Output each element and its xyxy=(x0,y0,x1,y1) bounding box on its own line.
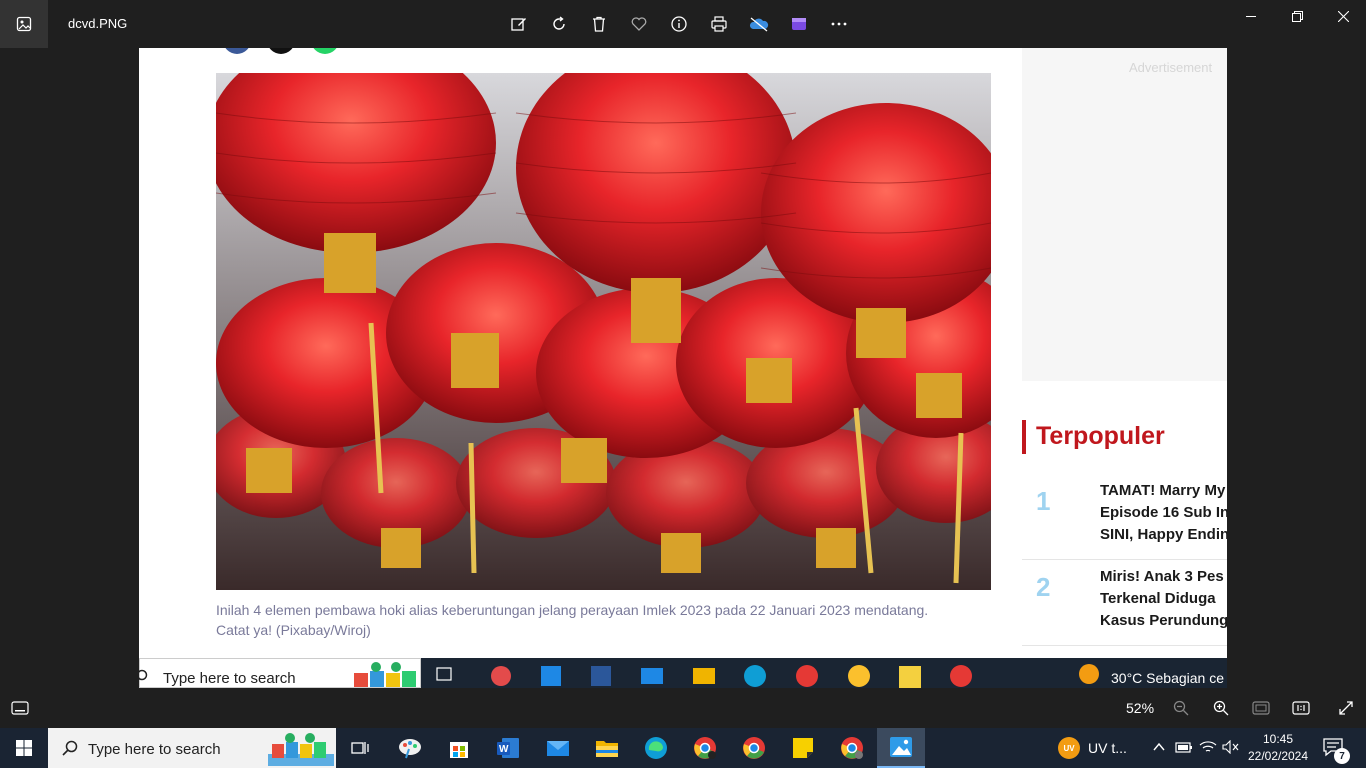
windows-logo-icon xyxy=(16,740,32,756)
chrome-browser-icon[interactable] xyxy=(730,728,778,768)
popular-headline-line[interactable]: Terkenal Diduga xyxy=(1100,588,1216,610)
captured-taskbar-apps: 30°C Sebagian ce xyxy=(421,658,1227,688)
delete-icon[interactable] xyxy=(585,10,613,38)
article-photo-red-lanterns xyxy=(216,73,991,590)
chevron-up-icon[interactable] xyxy=(1152,740,1166,757)
clipchamp-icon[interactable] xyxy=(785,10,813,38)
svg-text:W: W xyxy=(499,744,509,755)
image-viewer[interactable]: Inilah 4 elemen pembawa hoki alias keber… xyxy=(139,48,1227,688)
fit-to-window-icon[interactable] xyxy=(1251,698,1271,718)
print-icon[interactable] xyxy=(705,10,733,38)
favorite-icon[interactable] xyxy=(625,10,653,38)
popular-item[interactable]: 1 TAMAT! Marry My Episode 16 Sub In SINI… xyxy=(1022,474,1227,560)
advertisement-label: Advertisement xyxy=(1129,60,1213,75)
whatsapp-share-icon xyxy=(311,48,339,54)
search-highlight-icon xyxy=(354,662,416,687)
window-controls xyxy=(1228,0,1366,32)
close-icon[interactable] xyxy=(1320,0,1366,32)
clock-time: 10:45 xyxy=(1262,732,1294,746)
section-accent-bar xyxy=(1022,420,1026,454)
zoom-out-icon[interactable] xyxy=(1171,698,1191,718)
start-button[interactable] xyxy=(0,728,48,768)
minimize-icon[interactable] xyxy=(1228,0,1274,32)
x-share-icon xyxy=(267,48,295,54)
popular-headline-line[interactable]: Episode 16 Sub In xyxy=(1100,502,1227,524)
popular-section-title: Terpopuler xyxy=(1036,422,1165,450)
chrome-profile-2-icon[interactable] xyxy=(828,728,876,768)
volume-muted-icon[interactable] xyxy=(1222,739,1240,757)
fullscreen-icon[interactable] xyxy=(1336,698,1356,718)
facebook-share-icon xyxy=(223,48,251,54)
clock-date: 22/02/2024 xyxy=(1247,749,1309,763)
windows-taskbar: Type here to search W UV UV t... 10:45 2… xyxy=(0,728,1366,768)
captured-taskbar: Type here to search 30°C Sebagian ce xyxy=(139,658,1227,688)
word-app-icon[interactable]: W xyxy=(484,728,532,768)
more-icon[interactable] xyxy=(825,10,853,38)
photos-app-taskbar-icon[interactable] xyxy=(877,728,925,768)
viewer-bottom-bar: 52% xyxy=(0,688,1366,728)
info-icon[interactable] xyxy=(665,10,693,38)
actual-size-icon[interactable] xyxy=(1291,698,1311,718)
edit-icon[interactable] xyxy=(505,10,533,38)
social-share-buttons xyxy=(223,48,339,54)
photo-caption: Inilah 4 elemen pembawa hoki alias keber… xyxy=(216,602,929,638)
uv-weather-widget[interactable]: UV UV t... xyxy=(1058,737,1127,759)
uv-label: UV t... xyxy=(1088,740,1127,756)
captured-search-box: Type here to search xyxy=(139,658,421,688)
popular-rank: 2 xyxy=(1036,572,1051,602)
popular-headline-line[interactable]: SINI, Happy Endin xyxy=(1100,524,1227,546)
paint-app-icon[interactable] xyxy=(386,728,434,768)
sticky-notes-icon[interactable] xyxy=(779,728,827,768)
notification-count-badge: 7 xyxy=(1334,748,1350,764)
rotate-icon[interactable] xyxy=(545,10,573,38)
popular-headline-line[interactable]: Kasus Perundung xyxy=(1100,610,1227,632)
edge-browser-icon[interactable] xyxy=(632,728,680,768)
popular-headline-line[interactable]: Miris! Anak 3 Pes xyxy=(1100,566,1224,588)
search-icon xyxy=(139,669,148,681)
file-name: dcvd.PNG xyxy=(68,16,128,31)
onedrive-icon[interactable] xyxy=(745,10,773,38)
system-clock[interactable]: 10:45 22/02/2024 xyxy=(1246,731,1310,765)
captured-weather: 30°C Sebagian ce xyxy=(1111,670,1225,686)
zoom-level: 52% xyxy=(1126,700,1155,716)
microsoft-store-icon[interactable] xyxy=(435,728,483,768)
captured-search-placeholder: Type here to search xyxy=(163,670,296,687)
chrome-profile-icon[interactable] xyxy=(681,728,729,768)
search-icon xyxy=(62,740,78,756)
popular-item[interactable]: 2 Miris! Anak 3 Pes Terkenal Diduga Kasu… xyxy=(1022,560,1227,646)
battery-icon[interactable] xyxy=(1175,740,1193,757)
restore-icon[interactable] xyxy=(1274,0,1320,32)
viewer-toolbar xyxy=(505,10,853,38)
filmstrip-icon[interactable] xyxy=(10,698,30,718)
taskbar-search-placeholder: Type here to search xyxy=(88,741,221,758)
popular-rank: 1 xyxy=(1036,486,1051,516)
advertisement-slot xyxy=(1022,48,1227,381)
search-highlight-icon xyxy=(268,733,334,766)
popular-headline-line[interactable]: TAMAT! Marry My xyxy=(1100,480,1225,502)
mail-app-icon[interactable] xyxy=(534,728,582,768)
photos-app-icon xyxy=(0,0,48,48)
uv-badge: UV xyxy=(1058,737,1080,759)
taskbar-search-box[interactable]: Type here to search xyxy=(48,728,336,768)
zoom-in-icon[interactable] xyxy=(1211,698,1231,718)
file-explorer-icon[interactable] xyxy=(583,728,631,768)
wifi-icon[interactable] xyxy=(1199,740,1217,757)
task-view-icon[interactable] xyxy=(336,728,384,768)
title-bar: dcvd.PNG xyxy=(0,0,1366,48)
